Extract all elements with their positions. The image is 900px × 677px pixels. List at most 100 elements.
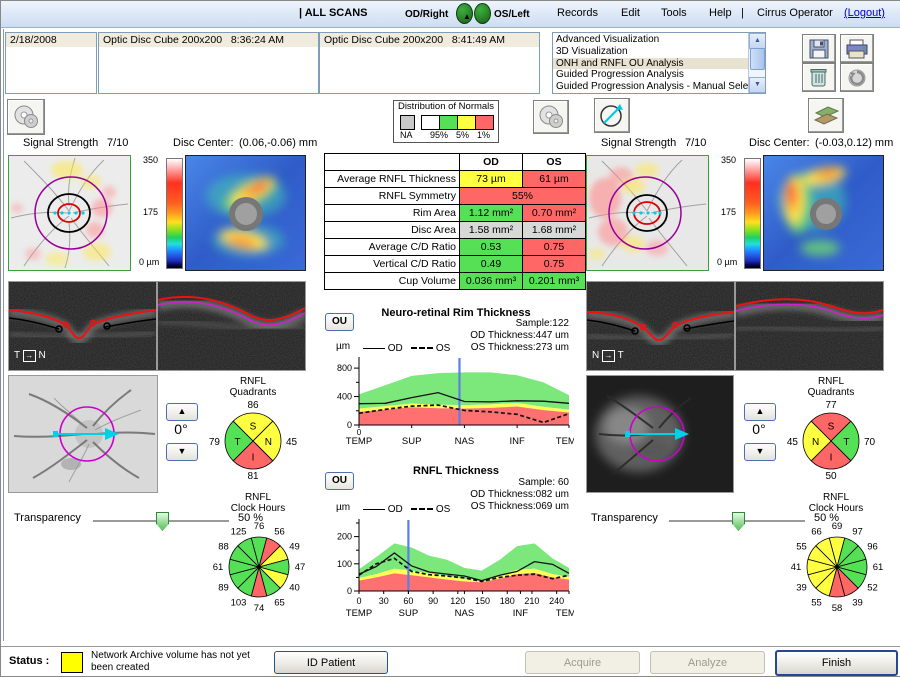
direction-arrow-icon: → — [23, 350, 36, 362]
scroll-thumb[interactable] — [750, 48, 765, 70]
od-signal-strength-value: 7/10 — [107, 137, 128, 149]
od-quadrants-wheel: SN45IT79 — [203, 411, 303, 471]
analysis-scrollbar[interactable]: ▲ ▼ — [748, 33, 765, 93]
od-clock-hours-wheel: 76564947406574103896188125 — [207, 515, 311, 619]
table-row: Average C/D Ratio0.530.75 — [325, 239, 586, 256]
os-scan-entry[interactable]: Optic Disc Cube 200x200 8:41:49 AM — [320, 33, 539, 47]
refresh-button[interactable] — [840, 63, 874, 92]
od-bscan-orientation: T → N — [14, 350, 46, 362]
finish-button[interactable]: Finish — [775, 650, 898, 676]
ou-value: 55% — [460, 188, 586, 205]
row-label: RNFL Symmetry — [325, 188, 460, 205]
od-transparency-thumb[interactable] — [156, 512, 169, 531]
svg-text:SUP: SUP — [399, 608, 419, 619]
os-quadrant-inferior-value: 50 — [811, 471, 851, 482]
os-report-button[interactable] — [533, 100, 569, 134]
row-label: Average C/D Ratio — [325, 239, 460, 256]
svg-text:N: N — [265, 437, 272, 448]
save-button[interactable] — [802, 34, 836, 63]
od-fundus-photo — [8, 375, 158, 493]
exam-date[interactable]: 2/18/2008 — [6, 33, 96, 47]
svg-text:100: 100 — [337, 559, 352, 569]
measure-tool-button[interactable] — [594, 98, 630, 133]
analyze-button[interactable]: Analyze — [650, 651, 765, 674]
svg-text:TEMP: TEMP — [556, 608, 574, 619]
menu-edit[interactable]: Edit — [621, 7, 640, 19]
svg-text:79: 79 — [209, 437, 221, 448]
od-value: 1.12 mm² — [460, 205, 523, 222]
os-transparency-label: Transparency — [591, 512, 658, 524]
logout-link[interactable]: (Logout) — [844, 7, 885, 19]
p1-label: 1% — [477, 130, 490, 140]
os-scale-mid: 175 — [721, 207, 736, 217]
od-thickness-colorbar — [166, 158, 183, 269]
svg-text:39: 39 — [796, 583, 807, 594]
analysis-list-item[interactable]: Guided Progression Analysis — [553, 69, 749, 81]
p1-swatch — [475, 115, 494, 130]
svg-text:S: S — [250, 422, 257, 433]
menu-tools[interactable]: Tools — [661, 7, 687, 19]
cd-icon — [537, 104, 565, 130]
svg-text:150: 150 — [475, 596, 490, 606]
od-disc-center-label: Disc Center: — [173, 137, 234, 149]
svg-text:103: 103 — [231, 598, 247, 609]
od-value: 0.036 mm³ — [460, 273, 523, 290]
print-button[interactable] — [840, 34, 874, 63]
analysis-list-item[interactable]: Guided Progression Analysis - Manual Sel… — [553, 81, 749, 93]
menu-help[interactable]: Help — [709, 7, 732, 19]
svg-text:180: 180 — [500, 596, 515, 606]
svg-text:88: 88 — [218, 542, 229, 553]
analysis-list-item[interactable]: 3D Visualization — [553, 46, 749, 58]
direction-arrow-icon: → — [602, 350, 615, 362]
os-signal-strength-value: 7/10 — [685, 137, 706, 149]
svg-text:210: 210 — [524, 596, 539, 606]
od-signal-strength-label: Signal Strength — [23, 137, 98, 149]
od-scale-min: 0 µm — [139, 257, 159, 267]
menu-records[interactable]: Records — [557, 7, 598, 19]
svg-text:58: 58 — [832, 603, 843, 614]
svg-text:60: 60 — [403, 596, 413, 606]
os-disc-center-value: (-0.03,0.12) mm — [815, 137, 893, 149]
na-swatch — [400, 115, 415, 130]
svg-text:T: T — [843, 437, 849, 448]
rim-thickness-chart[interactable]: 04008000TEMPSUPNASINFTEMP — [329, 355, 574, 451]
id-patient-button[interactable]: ID Patient — [274, 651, 388, 674]
scroll-up-icon[interactable]: ▲ — [749, 33, 766, 49]
analysis-list-item[interactable]: Advanced Visualization — [553, 34, 749, 46]
os-transparency-thumb[interactable] — [732, 512, 745, 531]
od-rotate-down-button[interactable]: ▼ — [166, 443, 198, 461]
svg-text:56: 56 — [274, 526, 285, 537]
os-rotate-up-button[interactable]: ▲ — [744, 403, 776, 421]
od-column-header: OD — [460, 154, 523, 171]
od-rotation-angle: 0° — [164, 421, 198, 437]
svg-text:INF: INF — [509, 436, 525, 447]
os-quadrants-title: RNFLQuadrants — [791, 376, 871, 398]
all-scans-label: | ALL SCANS — [299, 7, 367, 19]
od-rotate-up-button[interactable]: ▲ — [166, 403, 198, 421]
svg-text:0: 0 — [356, 596, 361, 606]
od-report-button[interactable] — [7, 99, 45, 135]
acquire-button[interactable]: Acquire — [525, 651, 640, 674]
svg-text:0: 0 — [347, 586, 352, 596]
analysis-list-item[interactable]: ONH and RNFL OU Analysis — [553, 58, 749, 70]
od-transparency-label: Transparency — [14, 512, 81, 524]
status-message-line1: Network Archive volume has not yet — [91, 650, 250, 661]
analysis-listbox[interactable]: Advanced Visualization3D VisualizationON… — [552, 32, 766, 94]
svg-text:39: 39 — [852, 598, 863, 609]
rnfl-thickness-chart[interactable]: 01002000306090120150180210240TEMPSUPNASI… — [329, 515, 574, 623]
svg-text:90: 90 — [428, 596, 438, 606]
os-value: 0.75 — [523, 256, 586, 273]
layers-tool-button[interactable] — [808, 98, 844, 133]
p95-label: 95% — [430, 130, 448, 140]
svg-text:400: 400 — [337, 392, 352, 402]
svg-text:76: 76 — [254, 521, 265, 532]
os-fundus-deviation-map — [586, 155, 709, 271]
os-rnfl-thickness-map — [763, 155, 884, 271]
svg-text:NAS: NAS — [455, 436, 475, 447]
delete-button[interactable] — [802, 63, 836, 92]
os-rotate-down-button[interactable]: ▼ — [744, 443, 776, 461]
od-scan-entry[interactable]: Optic Disc Cube 200x200 8:36:24 AM — [99, 33, 318, 47]
os-rotation-angle: 0° — [742, 421, 776, 437]
table-row: Rim Area1.12 mm²0.70 mm² — [325, 205, 586, 222]
scroll-down-icon[interactable]: ▼ — [749, 77, 766, 93]
